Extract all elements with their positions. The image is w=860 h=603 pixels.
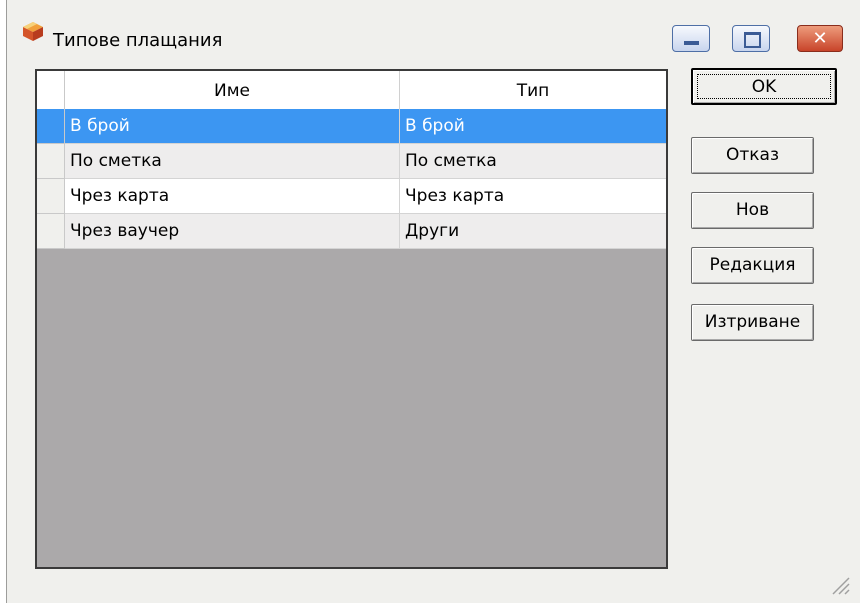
cell-type[interactable]: По сметка xyxy=(400,144,666,179)
minimize-button[interactable] xyxy=(672,25,710,52)
table-row[interactable]: По сметка По сметка xyxy=(37,144,666,179)
cancel-button-label: Отказ xyxy=(725,145,779,165)
box-icon xyxy=(23,22,43,41)
table-row[interactable]: Чрез карта Чрез карта xyxy=(37,179,666,214)
table-row[interactable]: Чрез ваучер Други xyxy=(37,214,666,249)
delete-button[interactable]: Изтриване xyxy=(691,304,814,341)
close-icon: ✕ xyxy=(812,28,828,49)
edit-button-label: Редакция xyxy=(709,255,796,275)
dialog-window: Типове плащания ✕ Име Тип В брой В брой … xyxy=(6,0,860,603)
maximize-button[interactable] xyxy=(732,25,770,52)
grid-header: Име Тип xyxy=(37,71,666,110)
cancel-button[interactable]: Отказ xyxy=(691,137,814,174)
focus-rect xyxy=(697,74,831,99)
row-indicator[interactable] xyxy=(37,109,65,144)
cell-name[interactable]: Чрез карта xyxy=(65,179,400,214)
column-header-name[interactable]: Име xyxy=(65,71,400,109)
new-button[interactable]: Нов xyxy=(691,192,814,229)
cell-type[interactable]: В брой xyxy=(400,109,666,144)
window-title: Типове плащания xyxy=(53,30,223,51)
column-header-type[interactable]: Тип xyxy=(400,71,666,109)
row-indicator[interactable] xyxy=(37,179,65,214)
close-button[interactable]: ✕ xyxy=(797,25,843,52)
cell-name[interactable]: Чрез ваучер xyxy=(65,214,400,249)
ok-button[interactable]: OK xyxy=(691,68,837,105)
row-indicator[interactable] xyxy=(37,214,65,249)
edit-button[interactable]: Редакция xyxy=(691,247,814,284)
payment-types-grid[interactable]: Име Тип В брой В брой По сметка По сметк… xyxy=(35,69,668,569)
new-button-label: Нов xyxy=(735,200,770,220)
cell-name[interactable]: По сметка xyxy=(65,144,400,179)
cell-type[interactable]: Чрез карта xyxy=(400,179,666,214)
title-bar[interactable]: Типове плащания ✕ xyxy=(7,0,860,52)
delete-button-label: Изтриване xyxy=(704,312,801,332)
resize-grip-icon[interactable] xyxy=(828,573,850,595)
row-indicator[interactable] xyxy=(37,144,65,179)
header-indicator xyxy=(37,71,65,109)
cell-type[interactable]: Други xyxy=(400,214,666,249)
cell-name[interactable]: В брой xyxy=(65,109,400,144)
table-row[interactable]: В брой В брой xyxy=(37,109,666,144)
